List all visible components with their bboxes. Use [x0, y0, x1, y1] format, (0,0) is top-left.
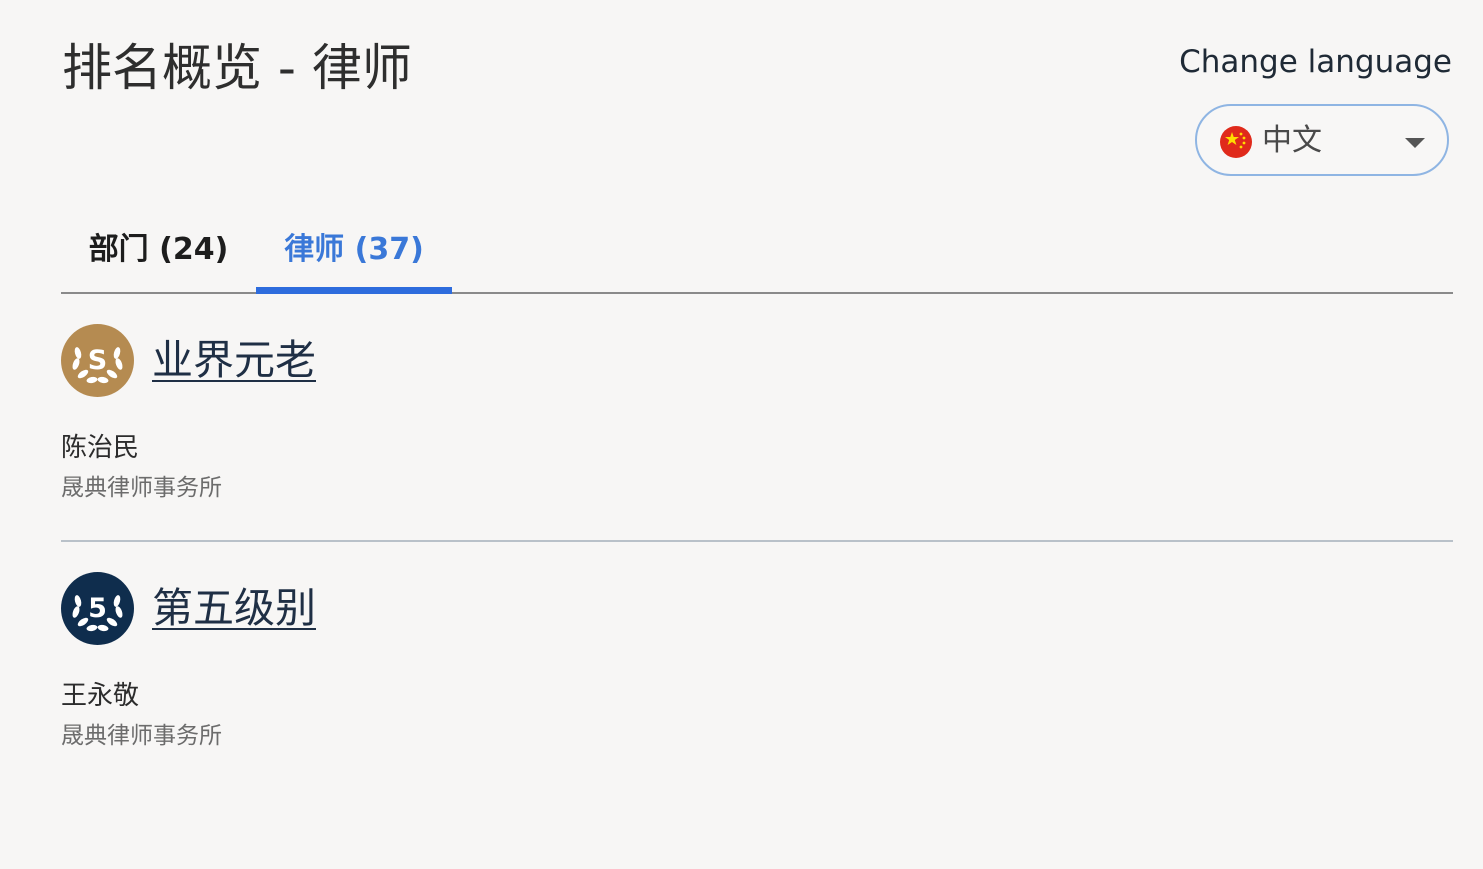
badge-number: 5 [88, 593, 107, 624]
badge-letter: S [88, 345, 107, 376]
firm-name: 晟典律师事务所 [61, 723, 222, 749]
china-flag-icon [1220, 126, 1252, 158]
band-link-band-5[interactable]: 第五级别 [152, 582, 316, 634]
change-language-label: Change language [1179, 44, 1452, 80]
band-link-senior-statespeople[interactable]: 业界元老 [152, 334, 316, 386]
page-title: 排名概览 - 律师 [62, 39, 412, 97]
active-tab-indicator [256, 287, 452, 294]
lawyer-name: 陈治民 [61, 433, 140, 463]
language-select[interactable]: 中文 [1195, 104, 1449, 176]
tab-lawyers-label: 律师 (37) [284, 232, 424, 267]
firm-name: 晟典律师事务所 [61, 475, 222, 501]
ranking-group: S 业界元老 陈治民 晟典律师事务所 [61, 324, 1453, 542]
language-select-value: 中文 [1262, 123, 1322, 158]
band-5-laurel-icon: 5 [61, 572, 134, 645]
senior-statespeople-laurel-icon: S [61, 324, 134, 397]
ranking-group: 5 第五级别 王永敬 晟典律师事务所 [61, 572, 1453, 772]
lawyer-name: 王永敬 [61, 681, 140, 711]
tab-departments[interactable]: 部门 (24) [61, 212, 256, 292]
caret-down-icon [1405, 138, 1425, 148]
tab-lawyers[interactable]: 律师 (37) [256, 212, 452, 294]
ranking-tabs: 部门 (24) 律师 (37) [61, 212, 1453, 294]
